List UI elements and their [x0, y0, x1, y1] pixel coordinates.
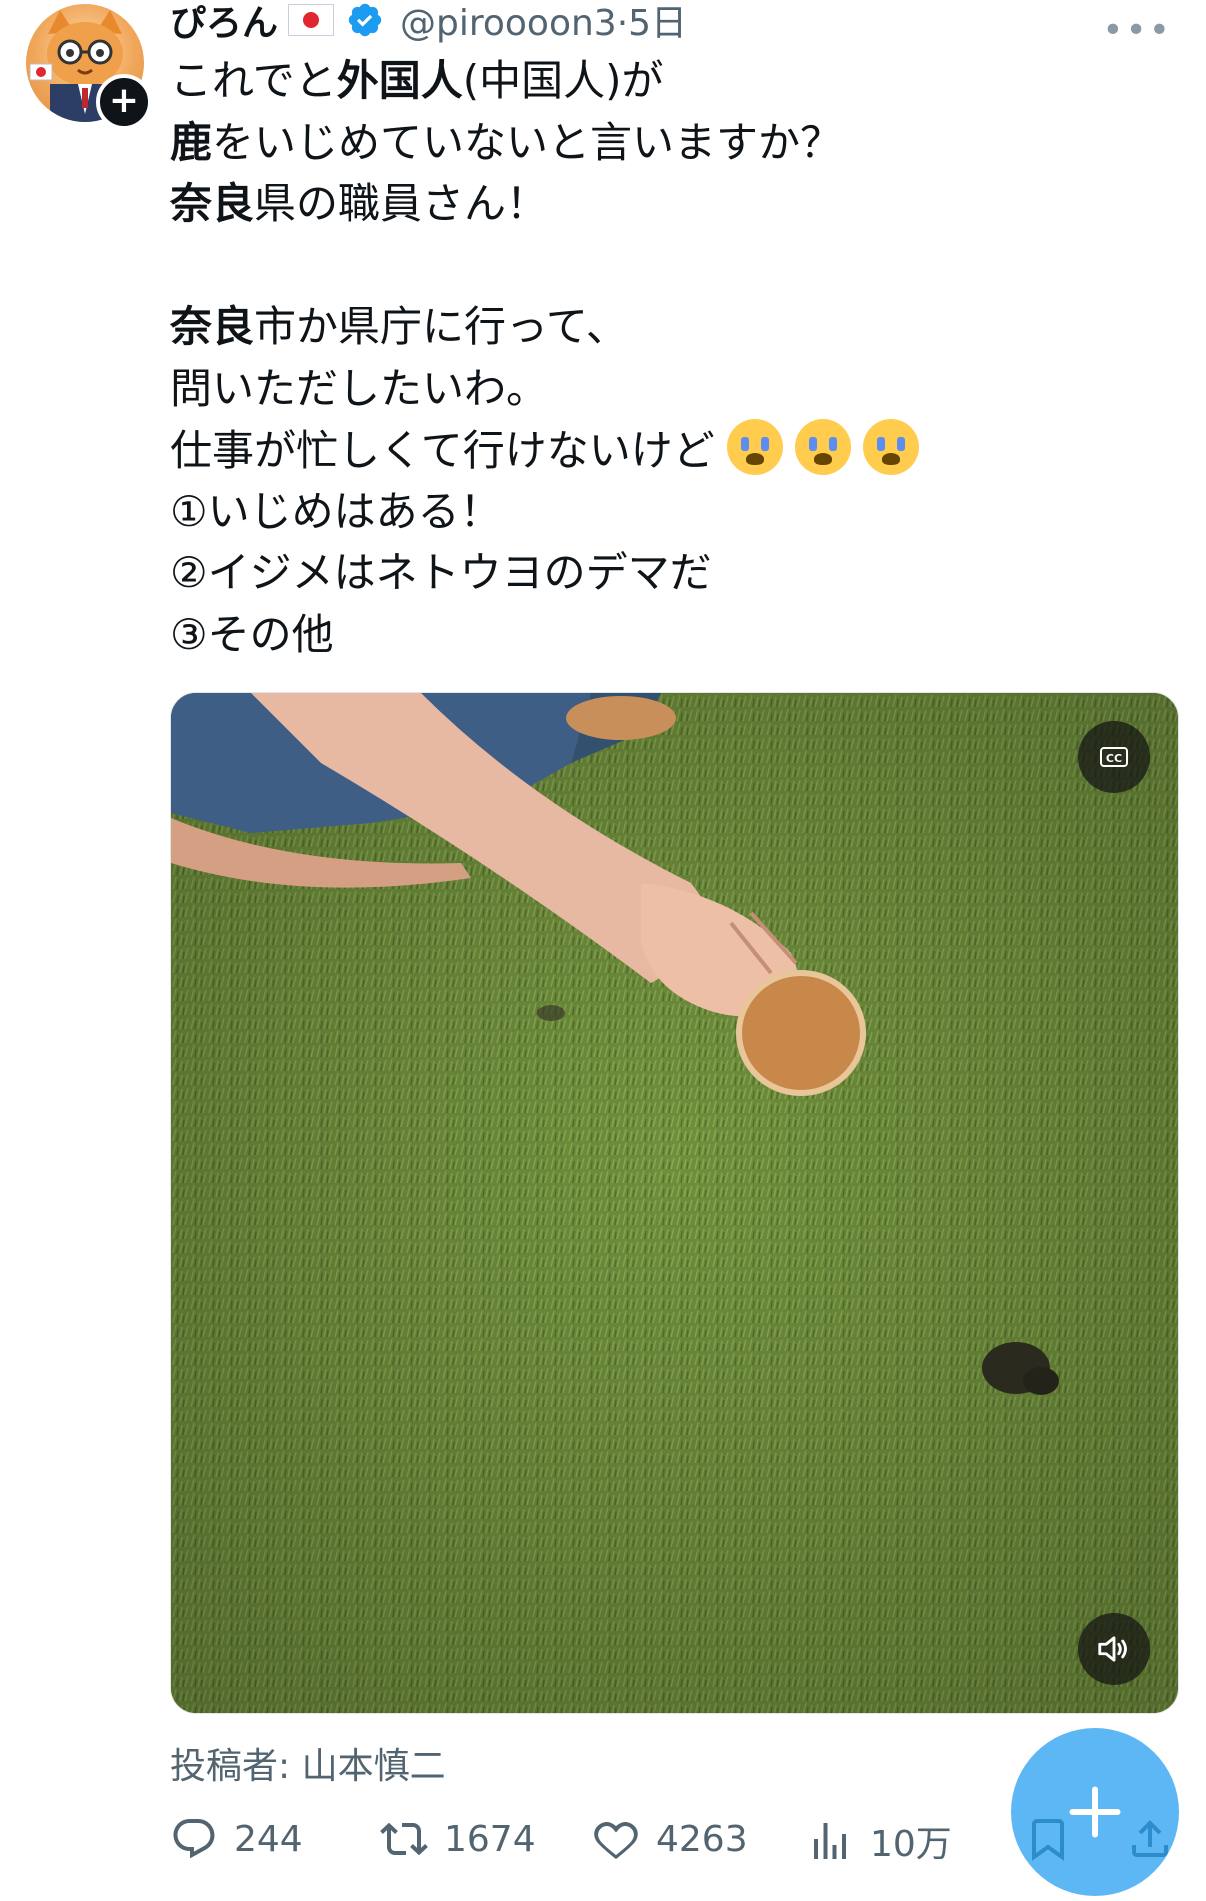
volume-button[interactable] [1078, 1613, 1150, 1685]
post-header: ぴろん @piroooon3·5日 [170, 0, 687, 44]
video-player[interactable]: CC [170, 692, 1179, 1714]
post-line-7: ①いじめはある！ [170, 486, 502, 536]
avatar-container[interactable]: + [26, 4, 152, 130]
post-line-6: 仕事が忙しくて行けないけど [170, 419, 1170, 481]
video-attribution[interactable]: 投稿者: 山本慎二 [170, 1737, 446, 1789]
reply-icon [173, 1819, 215, 1859]
video-frame [171, 693, 1178, 1713]
follow-plus-button[interactable]: + [96, 74, 152, 130]
captions-button[interactable]: CC [1078, 721, 1150, 793]
crying-face-emoji-icon [726, 419, 783, 475]
japan-flag-icon [288, 4, 335, 36]
crying-face-emoji-icon [862, 419, 919, 475]
post-line-9: ③その他 [170, 609, 334, 659]
display-name[interactable]: ぴろん [170, 0, 278, 46]
reply-button[interactable]: 244 [170, 1815, 303, 1863]
reply-count: 244 [234, 1818, 303, 1860]
repost-button[interactable]: 1674 [380, 1815, 536, 1863]
post-line-8: ②イジメはネトウヨのデマだ [170, 548, 712, 597]
like-count: 4263 [656, 1818, 748, 1860]
crying-face-emoji-icon [794, 419, 851, 475]
post-line-4: 奈良市か県庁に行って、 [170, 302, 628, 351]
user-handle[interactable]: @piroooon3·5日 [400, 0, 687, 46]
views-chart-icon [814, 1823, 846, 1859]
post-body: これでと外国人(中国人)が 鹿をいじめていないと言いますか？ 奈良県の職員さん！… [170, 50, 1170, 665]
plus-icon [1069, 1786, 1121, 1838]
captions-icon: CC [1100, 747, 1128, 767]
more-options-button[interactable]: ••• [1102, 10, 1172, 51]
views-button[interactable]: 10万 [806, 1815, 952, 1867]
like-button[interactable]: 4263 [592, 1815, 748, 1863]
repost-icon [380, 1822, 428, 1856]
repost-count: 1674 [444, 1818, 536, 1860]
post-line-3: 奈良県の職員さん！ [170, 179, 549, 228]
verified-badge-icon [348, 3, 382, 37]
compose-button[interactable] [1011, 1728, 1179, 1896]
post-line-5: 問いただしたいわ。 [170, 363, 549, 413]
speaker-icon [1098, 1636, 1127, 1662]
heart-icon [594, 1821, 638, 1860]
views-count: 10万 [870, 1824, 952, 1865]
post-timestamp: 5日 [628, 3, 688, 44]
post-line-2: 鹿をいじめていないと言いますか？ [170, 117, 843, 167]
post-line-1: これでと外国人(中国人)が [170, 56, 664, 105]
